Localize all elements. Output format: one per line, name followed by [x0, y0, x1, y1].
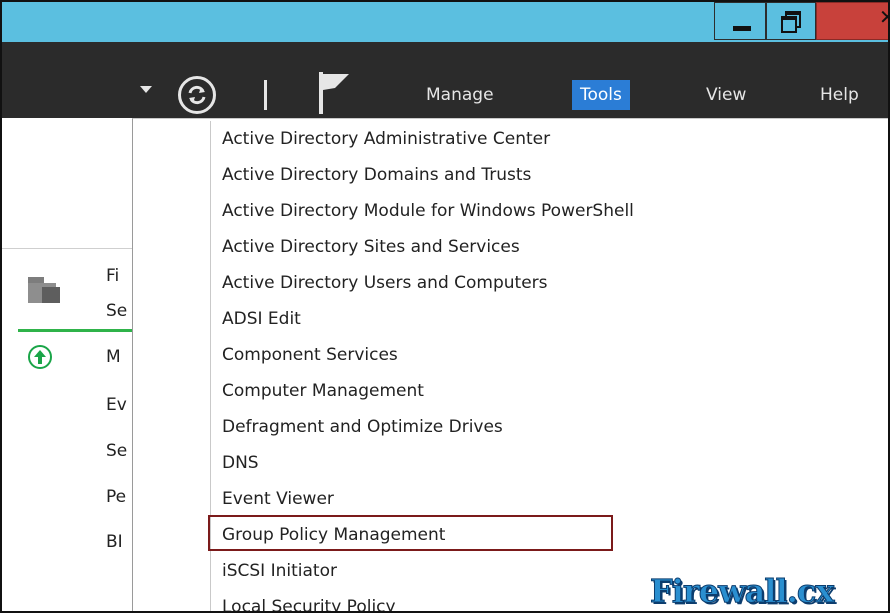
tools-dropdown-menu: Active Directory Administrative Center A… [132, 118, 888, 611]
toolbar: Manage Tools View Help [2, 42, 888, 118]
menu-item[interactable]: Event Viewer [222, 487, 334, 511]
toolbar-separator [264, 80, 267, 110]
minimize-icon [733, 26, 751, 31]
sidebar-label[interactable]: Se [106, 301, 127, 321]
sidebar-item[interactable]: BI [106, 532, 123, 552]
watermark-logo: Firewall.cx [649, 572, 834, 611]
sidebar-item[interactable]: M [106, 347, 121, 367]
restore-button[interactable] [766, 2, 816, 40]
folder-icon [28, 277, 62, 303]
upload-icon [28, 345, 52, 369]
menu-item[interactable]: Active Directory Users and Computers [222, 271, 548, 295]
close-button[interactable]: ✕ [816, 2, 888, 40]
menu-item[interactable]: iSCSI Initiator [222, 559, 337, 583]
menu-item[interactable]: Active Directory Administrative Center [222, 127, 550, 151]
menu-manage[interactable]: Manage [422, 80, 498, 110]
menu-item[interactable]: Local Security Policy [222, 595, 396, 611]
sidebar-item[interactable]: Ev [106, 395, 127, 415]
dropdown-arrow-icon[interactable] [140, 86, 152, 93]
menu-item-group-policy-management[interactable]: Group Policy Management [222, 523, 445, 547]
menu-item[interactable]: Active Directory Domains and Trusts [222, 163, 531, 187]
menu-item[interactable]: DNS [222, 451, 259, 475]
sidebar-item[interactable]: Se [106, 441, 127, 461]
sidebar-item[interactable]: Pe [106, 487, 126, 507]
menu-item[interactable]: Component Services [222, 343, 398, 367]
server-manager-window: ✕ Manage Tools View Help Fi Se [0, 0, 890, 613]
menu-item[interactable]: Computer Management [222, 379, 424, 403]
refresh-button[interactable] [178, 76, 216, 114]
menu-help[interactable]: Help [816, 80, 863, 110]
menu-item[interactable]: ADSI Edit [222, 307, 301, 331]
title-bar: ✕ [2, 2, 888, 42]
menu-item[interactable]: Active Directory Sites and Services [222, 235, 520, 259]
sidebar-label[interactable]: Fi [106, 266, 119, 286]
flag-icon[interactable] [317, 72, 351, 114]
menu-item[interactable]: Defragment and Optimize Drives [222, 415, 503, 439]
menu-view[interactable]: View [702, 80, 750, 110]
close-icon: ✕ [879, 5, 888, 29]
refresh-icon [188, 85, 206, 105]
sidebar: Fi Se M Ev Se Pe BI [2, 249, 138, 611]
selection-underline [18, 329, 138, 332]
minimize-button[interactable] [714, 2, 766, 40]
menu-tools[interactable]: Tools [572, 80, 630, 110]
menu-item[interactable]: Active Directory Module for Windows Powe… [222, 199, 634, 223]
